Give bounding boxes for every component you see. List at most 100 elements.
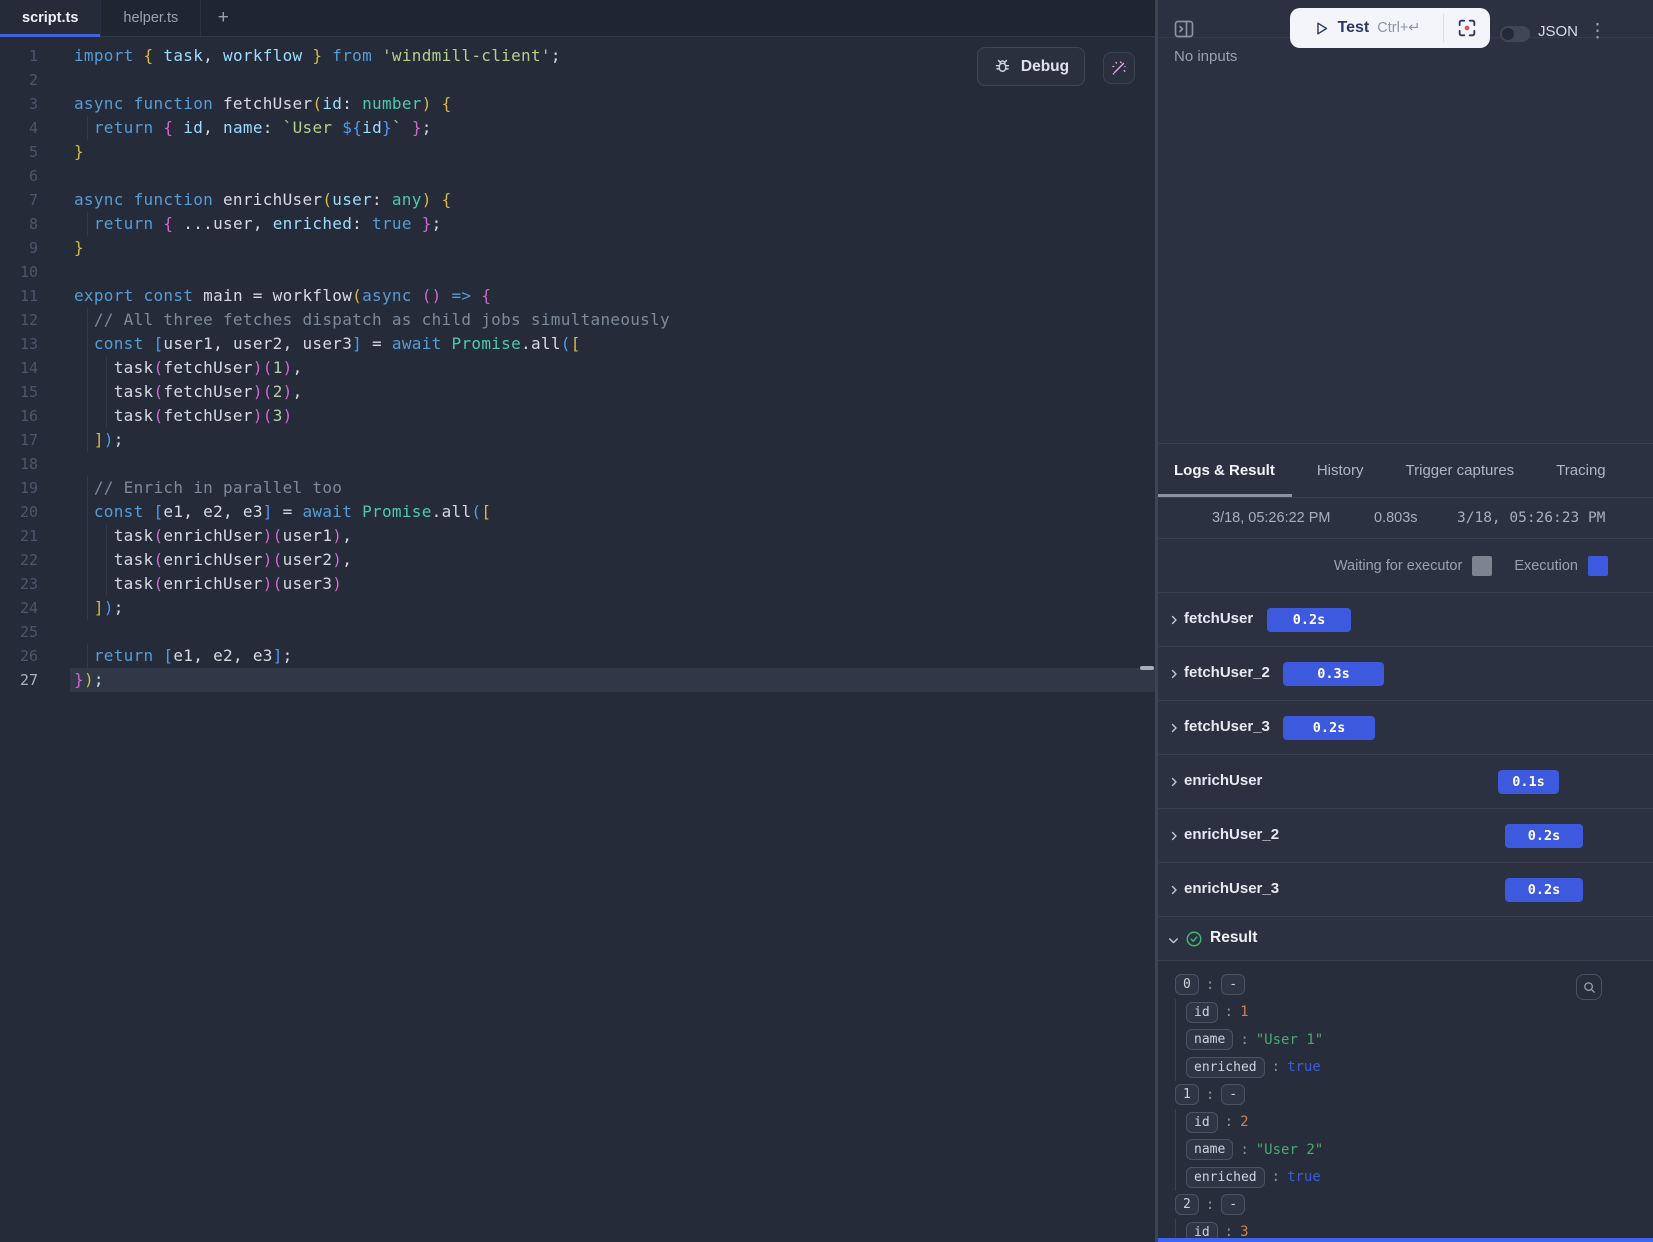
capture-button[interactable] xyxy=(1444,8,1490,48)
new-tab-button[interactable]: + xyxy=(201,0,245,36)
code-line[interactable]: 3async function fetchUser(id: number) { xyxy=(0,92,1155,116)
code-line[interactable]: 5} xyxy=(0,140,1155,164)
code-line[interactable]: 14 task(fetchUser)(1), xyxy=(0,356,1155,380)
code-line[interactable]: 24 ]); xyxy=(0,596,1155,620)
code-line[interactable]: 20 const [e1, e2, e3] = await Promise.al… xyxy=(0,500,1155,524)
code-line[interactable]: 25 xyxy=(0,620,1155,644)
job-duration-bar[interactable]: 0.2s xyxy=(1283,716,1375,740)
code-token xyxy=(153,46,163,65)
panel-right-icon[interactable] xyxy=(1172,17,1196,41)
code-line[interactable]: 10 xyxy=(0,260,1155,284)
tab-history[interactable]: History xyxy=(1317,462,1364,479)
tab-logs-result[interactable]: Logs & Result xyxy=(1174,462,1275,479)
result-index-badge[interactable]: 1 xyxy=(1175,1084,1199,1105)
panel-resize-indicator[interactable] xyxy=(1158,1238,1653,1242)
code-area[interactable]: 1import { task, workflow } from 'windmil… xyxy=(0,37,1155,1242)
code-token: )( xyxy=(263,550,283,569)
code-token: ( xyxy=(352,286,362,305)
code-token: workflow xyxy=(273,286,352,305)
code-line[interactable]: 15 task(fetchUser)(2), xyxy=(0,380,1155,404)
job-row-fetchUser_3[interactable]: fetchUser_30.2s xyxy=(1158,701,1653,755)
job-duration-bar[interactable]: 0.2s xyxy=(1505,824,1583,848)
code-line[interactable]: 16 task(fetchUser)(3) xyxy=(0,404,1155,428)
test-button[interactable]: Test Ctrl+↵ xyxy=(1290,8,1443,48)
code-line[interactable]: 22 task(enrichUser)(user2), xyxy=(0,548,1155,572)
chevron-right-icon[interactable] xyxy=(1168,884,1180,896)
result-row[interactable]: Result xyxy=(1158,917,1653,961)
colon: : xyxy=(1272,1169,1280,1185)
ai-assistant-button[interactable] xyxy=(1103,52,1135,84)
code-token: user xyxy=(332,190,372,209)
code-token: `User xyxy=(283,118,343,137)
result-key-badge[interactable]: id xyxy=(1186,1222,1218,1239)
code-line[interactable]: 8 return { ...user, enriched: true }; xyxy=(0,212,1155,236)
result-index-badge[interactable]: 0 xyxy=(1175,974,1199,995)
indent-guide xyxy=(87,308,88,452)
job-row-fetchUser_2[interactable]: fetchUser_20.3s xyxy=(1158,647,1653,701)
debug-button[interactable]: Debug xyxy=(977,47,1085,86)
code-line[interactable]: 19 // Enrich in parallel too xyxy=(0,476,1155,500)
job-duration-bar[interactable]: 0.2s xyxy=(1267,608,1351,632)
result-index-badge[interactable]: 2 xyxy=(1175,1194,1199,1215)
code-line[interactable]: 11export const main = workflow(async () … xyxy=(0,284,1155,308)
job-row-enrichUser_3[interactable]: enrichUser_30.2s xyxy=(1158,863,1653,917)
collapse-toggle-badge[interactable]: - xyxy=(1221,1194,1245,1215)
code-token: } xyxy=(312,46,322,65)
code-token: , xyxy=(293,382,303,401)
chevron-right-icon[interactable] xyxy=(1168,776,1180,788)
code-line[interactable]: 26 return [e1, e2, e3]; xyxy=(0,644,1155,668)
code-token: return xyxy=(94,646,154,665)
code-token: ; xyxy=(114,430,124,449)
code-line[interactable]: 9} xyxy=(0,236,1155,260)
job-duration-bar[interactable]: 0.1s xyxy=(1498,770,1559,794)
code-token xyxy=(153,214,163,233)
editor-scrollbar-cursor-marker[interactable] xyxy=(1140,666,1154,670)
code-token: fetchUser xyxy=(163,358,252,377)
code-line[interactable]: 13 const [user1, user2, user3] = await P… xyxy=(0,332,1155,356)
kebab-menu-icon[interactable]: ⋮ xyxy=(1588,20,1604,43)
chevron-right-icon[interactable] xyxy=(1168,668,1180,680)
tab-trigger-captures[interactable]: Trigger captures xyxy=(1406,462,1515,479)
code-line[interactable]: 6 xyxy=(0,164,1155,188)
code-line[interactable]: 18 xyxy=(0,452,1155,476)
tab-helper-ts[interactable]: helper.ts xyxy=(101,0,201,36)
search-icon[interactable] xyxy=(1576,974,1602,1000)
chevron-right-icon[interactable] xyxy=(1168,722,1180,734)
code-token: async xyxy=(362,286,412,305)
tab-script-ts[interactable]: script.ts xyxy=(0,0,101,36)
code-token xyxy=(74,646,94,665)
collapse-toggle-badge[interactable]: - xyxy=(1221,1084,1245,1105)
logs-tabs: Logs & Result History Trigger captures T… xyxy=(1158,444,1653,497)
result-key-badge[interactable]: id xyxy=(1186,1002,1218,1023)
colon: : xyxy=(1240,1032,1248,1048)
result-entry-children: id:1name:"User 1"enriched:true xyxy=(1175,999,1653,1082)
code-token: ( xyxy=(153,550,163,569)
result-key-badge[interactable]: name xyxy=(1186,1029,1233,1050)
code-line[interactable]: 12 // All three fetches dispatch as chil… xyxy=(0,308,1155,332)
collapse-toggle-badge[interactable]: - xyxy=(1221,974,1245,995)
result-key-badge[interactable]: enriched xyxy=(1186,1167,1265,1188)
job-duration-bar[interactable]: 0.2s xyxy=(1505,878,1583,902)
line-number: 9 xyxy=(0,236,38,260)
code-line[interactable]: 7async function enrichUser(user: any) { xyxy=(0,188,1155,212)
job-duration-bar[interactable]: 0.3s xyxy=(1283,662,1384,686)
colon: : xyxy=(1225,1004,1233,1020)
job-row-fetchUser[interactable]: fetchUser0.2s xyxy=(1158,593,1653,647)
job-row-enrichUser_2[interactable]: enrichUser_20.2s xyxy=(1158,809,1653,863)
code-token: ) xyxy=(104,430,114,449)
code-token: ( xyxy=(471,502,481,521)
code-line[interactable]: 21 task(enrichUser)(user1), xyxy=(0,524,1155,548)
job-row-enrichUser[interactable]: enrichUser0.1s xyxy=(1158,755,1653,809)
chevron-right-icon[interactable] xyxy=(1168,614,1180,626)
result-key-badge[interactable]: id xyxy=(1186,1112,1218,1133)
tab-tracing[interactable]: Tracing xyxy=(1556,462,1605,479)
code-line[interactable]: 17 ]); xyxy=(0,428,1155,452)
code-line[interactable]: 27}); xyxy=(0,668,1155,692)
code-token: : xyxy=(352,214,372,233)
result-key-badge[interactable]: enriched xyxy=(1186,1057,1265,1078)
chevron-right-icon[interactable] xyxy=(1168,830,1180,842)
json-toggle[interactable] xyxy=(1500,26,1530,42)
result-key-badge[interactable]: name xyxy=(1186,1139,1233,1160)
code-line[interactable]: 4 return { id, name: `User ${id}` }; xyxy=(0,116,1155,140)
code-line[interactable]: 23 task(enrichUser)(user3) xyxy=(0,572,1155,596)
